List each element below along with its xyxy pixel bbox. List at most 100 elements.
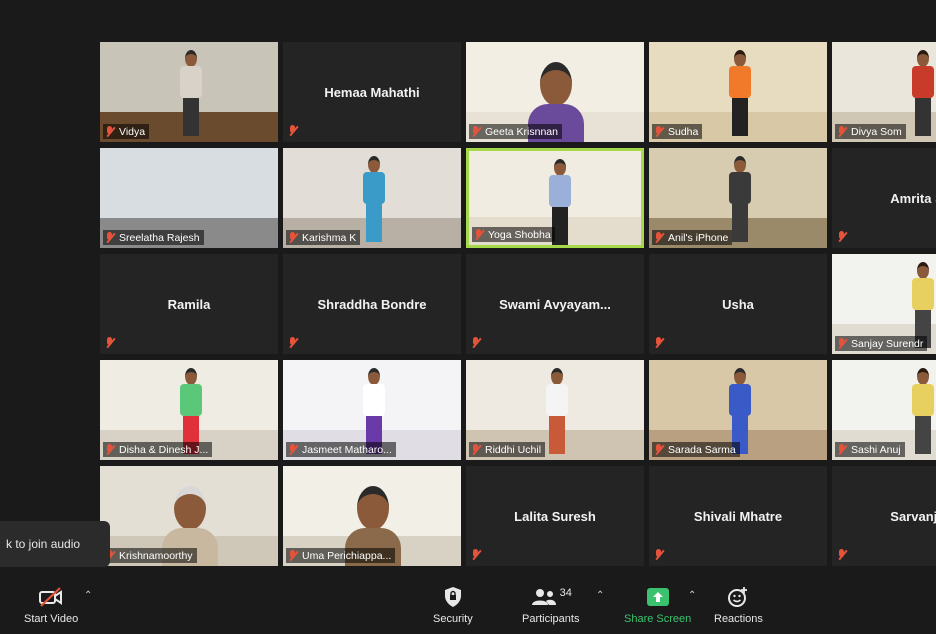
- participant-name-label: Divya Som: [835, 124, 906, 139]
- participant-name: Sanjay Surendr: [851, 337, 924, 350]
- participant-tile-disha-dinesh-j[interactable]: Disha & Dinesh J...: [100, 360, 278, 460]
- participant-name: Sudha: [668, 125, 699, 138]
- share-screen-button[interactable]: Share Screen: [624, 586, 691, 625]
- participant-name: Swami Avyayam...: [499, 296, 611, 312]
- join-audio-tooltip[interactable]: k to join audio: [0, 521, 110, 567]
- mic-muted-icon: [837, 337, 847, 350]
- participant-tile-amrita-su[interactable]: Amrita Su: [832, 148, 936, 248]
- participant-figure: [361, 156, 387, 244]
- participant-name: Usha: [722, 296, 754, 312]
- mic-muted-icon: [837, 443, 847, 456]
- mic-muted-icon: [471, 337, 481, 349]
- participants-label: Participants: [522, 613, 580, 625]
- participant-tile-sanjay-surendr[interactable]: Sanjay Surendr: [832, 254, 936, 354]
- mic-muted-icon: [837, 231, 847, 243]
- mic-muted-icon: [471, 125, 481, 138]
- share-screen-icon: [646, 586, 669, 608]
- participant-name: Sreelatha Rajesh: [119, 231, 200, 244]
- participant-name: Lalita Suresh: [514, 508, 596, 524]
- participant-name-label: Sashi Anuj: [835, 442, 905, 457]
- reactions-button[interactable]: Reactions: [714, 586, 763, 625]
- participant-tile-usha[interactable]: Usha: [649, 254, 827, 354]
- mic-muted-icon: [288, 337, 298, 349]
- participant-tile-sashi-anuj[interactable]: Sashi Anuj: [832, 360, 936, 460]
- participant-name: Divya Som: [851, 125, 902, 138]
- video-off-icon: [38, 586, 64, 608]
- participant-name: Hemaa Mahathi: [324, 84, 420, 100]
- mic-muted-icon: [654, 443, 664, 456]
- participant-name-label: Disha & Dinesh J...: [103, 442, 213, 457]
- participant-tile-ramila[interactable]: Ramila: [100, 254, 278, 354]
- people-icon: [531, 589, 556, 605]
- participant-figure: [544, 368, 570, 456]
- participant-name: Vidya: [119, 125, 146, 138]
- participant-name: Sashi Anuj: [851, 443, 901, 456]
- mic-muted-icon: [288, 125, 298, 137]
- participant-name: Krishnamoorthy: [119, 549, 193, 562]
- participant-tile-riddhi-uchil[interactable]: Riddhi Uchil: [466, 360, 644, 460]
- participant-tile-vidya[interactable]: Vidya: [100, 42, 278, 142]
- mic-muted-icon: [474, 228, 484, 241]
- participant-tile-shraddha-bondre[interactable]: Shraddha Bondre: [283, 254, 461, 354]
- participant-tile-lalita-suresh[interactable]: Lalita Suresh: [466, 466, 644, 566]
- participant-name-label: Yoga Shobha: [472, 227, 555, 242]
- participant-name: Uma Perichiappa...: [302, 549, 392, 562]
- mic-muted-icon: [288, 549, 298, 562]
- mic-muted-icon: [471, 443, 481, 456]
- participants-button[interactable]: 34 Participants: [522, 586, 579, 625]
- participant-tile-hemaa-mahathi[interactable]: Hemaa Mahathi: [283, 42, 461, 142]
- participant-figure: [910, 368, 936, 456]
- participant-tile-yoga-shobha[interactable]: Yoga Shobha: [466, 148, 644, 248]
- participant-tile-anil-s-iphone[interactable]: Anil's iPhone: [649, 148, 827, 248]
- video-options-caret[interactable]: ⌃: [84, 590, 92, 601]
- participant-name-label: Sarada Sarma: [652, 442, 740, 457]
- participant-name: Shraddha Bondre: [317, 296, 427, 312]
- participant-figure: [727, 50, 753, 138]
- start-video-label: Start Video: [24, 613, 79, 625]
- participant-name-label: Sanjay Surendr: [835, 336, 928, 351]
- participant-name: Riddhi Uchil: [485, 443, 542, 456]
- participant-name-label: Sudha: [652, 124, 703, 139]
- participant-name: Anil's iPhone: [668, 231, 729, 244]
- participant-tile-krishnamoorthy[interactable]: Krishnamoorthy: [100, 466, 278, 566]
- participant-tile-shivali-mhatre[interactable]: Shivali Mhatre: [649, 466, 827, 566]
- participant-tile-swami-avyayam[interactable]: Swami Avyayam...: [466, 254, 644, 354]
- participant-name: Ramila: [167, 296, 211, 312]
- share-options-caret[interactable]: ⌃: [688, 590, 696, 601]
- participants-icon-group: 34: [530, 586, 572, 608]
- participant-name-label: Geeta Krisnnan: [469, 124, 562, 139]
- participant-name-label: Uma Perichiappa...: [286, 548, 396, 563]
- participant-tile-sarada-sarma[interactable]: Sarada Sarma: [649, 360, 827, 460]
- participant-name: Shivali Mhatre: [693, 508, 783, 524]
- participant-tile-sarvanjay[interactable]: Sarvanjay: [832, 466, 936, 566]
- mic-muted-icon: [105, 443, 115, 456]
- mic-muted-icon: [837, 125, 847, 138]
- participants-options-caret[interactable]: ⌃: [596, 590, 604, 601]
- participant-tile-jasmeet-matharo[interactable]: Jasmeet Matharo...: [283, 360, 461, 460]
- share-screen-label: Share Screen: [624, 613, 692, 625]
- mic-muted-icon: [105, 125, 115, 138]
- participant-tile-sreelatha-rajesh[interactable]: Sreelatha Rajesh: [100, 148, 278, 248]
- mic-muted-icon: [105, 231, 115, 244]
- security-label: Security: [433, 613, 473, 625]
- participants-count: 34: [559, 587, 572, 599]
- participant-name: Sarada Sarma: [668, 443, 736, 456]
- mic-muted-icon: [654, 549, 664, 561]
- participant-tile-geeta-krisnnan[interactable]: Geeta Krisnnan: [466, 42, 644, 142]
- join-audio-text: k to join audio: [6, 537, 81, 551]
- participant-tile-sudha[interactable]: Sudha: [649, 42, 827, 142]
- participant-tile-uma-perichiappa[interactable]: Uma Perichiappa...: [283, 466, 461, 566]
- meeting-toolbar: Start Video ⌃ Security 34 Participants ⌃: [0, 578, 936, 634]
- participant-name-label: Anil's iPhone: [652, 230, 733, 245]
- participant-name-label: Riddhi Uchil: [469, 442, 546, 457]
- mic-muted-icon: [654, 231, 664, 244]
- participant-name: Jasmeet Matharo...: [302, 443, 392, 456]
- shield-icon: [443, 586, 463, 608]
- participant-name-label: Vidya: [103, 124, 150, 139]
- participant-tile-karishma-k[interactable]: Karishma K: [283, 148, 461, 248]
- start-video-button[interactable]: Start Video: [24, 586, 78, 625]
- participant-tile-divya-som[interactable]: Divya Som: [832, 42, 936, 142]
- participant-figure: [178, 50, 204, 138]
- security-button[interactable]: Security: [433, 586, 473, 625]
- participant-name-label: Jasmeet Matharo...: [286, 442, 396, 457]
